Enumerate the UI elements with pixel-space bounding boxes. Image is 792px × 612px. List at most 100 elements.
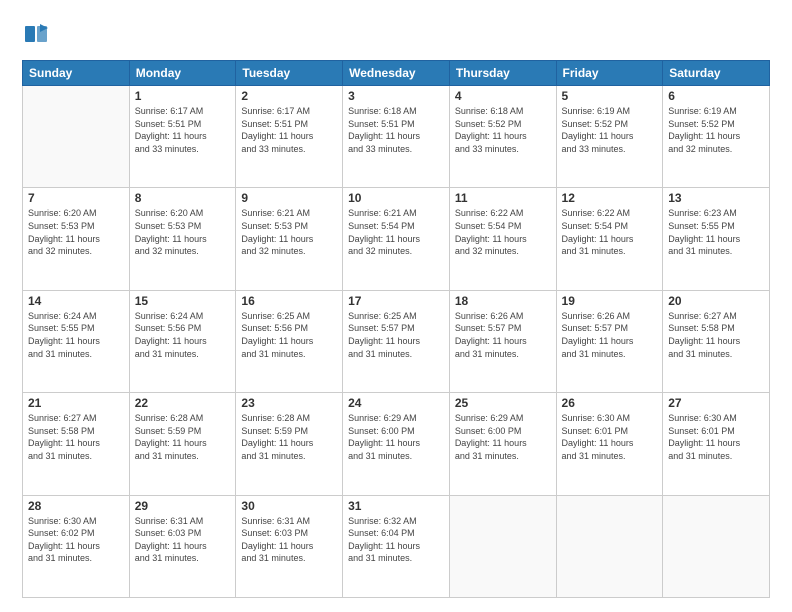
day-info: Sunrise: 6:32 AM Sunset: 6:04 PM Dayligh… [348,515,444,565]
calendar-cell: 4 Sunrise: 6:18 AM Sunset: 5:52 PM Daylig… [449,86,556,188]
day-number: 2 [241,89,337,103]
calendar-cell: 1 Sunrise: 6:17 AM Sunset: 5:51 PM Daylig… [129,86,236,188]
day-info: Sunrise: 6:23 AM Sunset: 5:55 PM Dayligh… [668,207,764,257]
day-number: 29 [135,499,231,513]
day-number: 3 [348,89,444,103]
calendar-cell: 15Sunrise: 6:24 AM Sunset: 5:56 PM Dayli… [129,290,236,392]
column-header-saturday: Saturday [663,61,770,86]
logo-icon [22,22,50,50]
day-number: 23 [241,396,337,410]
day-number: 25 [455,396,551,410]
calendar-week-row: 28Sunrise: 6:30 AM Sunset: 6:02 PM Dayli… [23,495,770,597]
day-info: Sunrise: 6:19 AM Sunset: 5:52 PM Dayligh… [668,105,764,155]
day-info: Sunrise: 6:18 AM Sunset: 5:51 PM Dayligh… [348,105,444,155]
day-number: 26 [562,396,658,410]
header [22,18,770,50]
calendar-cell: 26Sunrise: 6:30 AM Sunset: 6:01 PM Dayli… [556,393,663,495]
day-info: Sunrise: 6:31 AM Sunset: 6:03 PM Dayligh… [135,515,231,565]
day-number: 16 [241,294,337,308]
calendar-cell: 12 Sunrise: 6:22 AM Sunset: 5:54 PM Dayli… [556,188,663,290]
day-info: Sunrise: 6:18 AM Sunset: 5:52 PM Dayligh… [455,105,551,155]
day-number: 20 [668,294,764,308]
day-info: Sunrise: 6:28 AM Sunset: 5:59 PM Dayligh… [135,412,231,462]
column-header-monday: Monday [129,61,236,86]
day-number: 9 [241,191,337,205]
day-info: Sunrise: 6:20 AM Sunset: 5:53 PM Dayligh… [135,207,231,257]
day-number: 14 [28,294,124,308]
calendar-week-row: 14 Sunrise: 6:24 AM Sunset: 5:55 PM Dayli… [23,290,770,392]
day-number: 1 [135,89,231,103]
day-number: 6 [668,89,764,103]
day-info: Sunrise: 6:22 AM Sunset: 5:54 PM Dayligh… [455,207,551,257]
column-header-friday: Friday [556,61,663,86]
day-number: 30 [241,499,337,513]
day-info: Sunrise: 6:26 AM Sunset: 5:57 PM Dayligh… [455,310,551,360]
day-info: Sunrise: 6:30 AM Sunset: 6:02 PM Dayligh… [28,515,124,565]
calendar-cell: 30 Sunrise: 6:31 AM Sunset: 6:03 PM Dayli… [236,495,343,597]
calendar-cell: 29 Sunrise: 6:31 AM Sunset: 6:03 PM Dayli… [129,495,236,597]
calendar-cell: 14 Sunrise: 6:24 AM Sunset: 5:55 PM Dayli… [23,290,130,392]
day-info: Sunrise: 6:21 AM Sunset: 5:53 PM Dayligh… [241,207,337,257]
day-number: 11 [455,191,551,205]
calendar-cell [449,495,556,597]
calendar-header-row: SundayMondayTuesdayWednesdayThursdayFrid… [23,61,770,86]
calendar-cell: 11 Sunrise: 6:22 AM Sunset: 5:54 PM Dayli… [449,188,556,290]
day-number: 27 [668,396,764,410]
day-info: Sunrise: 6:19 AM Sunset: 5:52 PM Dayligh… [562,105,658,155]
calendar-cell: 20Sunrise: 6:27 AM Sunset: 5:58 PM Dayli… [663,290,770,392]
day-number: 18 [455,294,551,308]
calendar-cell: 9 Sunrise: 6:21 AM Sunset: 5:53 PM Daylig… [236,188,343,290]
day-number: 17 [348,294,444,308]
calendar-cell: 17 Sunrise: 6:25 AM Sunset: 5:57 PM Dayli… [343,290,450,392]
day-number: 10 [348,191,444,205]
day-info: Sunrise: 6:31 AM Sunset: 6:03 PM Dayligh… [241,515,337,565]
day-number: 15 [135,294,231,308]
page: SundayMondayTuesdayWednesdayThursdayFrid… [0,0,792,612]
day-number: 21 [28,396,124,410]
calendar-cell: 2Sunrise: 6:17 AM Sunset: 5:51 PM Daylig… [236,86,343,188]
day-number: 5 [562,89,658,103]
day-info: Sunrise: 6:20 AM Sunset: 5:53 PM Dayligh… [28,207,124,257]
day-info: Sunrise: 6:21 AM Sunset: 5:54 PM Dayligh… [348,207,444,257]
calendar-table: SundayMondayTuesdayWednesdayThursdayFrid… [22,60,770,598]
calendar-cell: 8 Sunrise: 6:20 AM Sunset: 5:53 PM Daylig… [129,188,236,290]
day-info: Sunrise: 6:17 AM Sunset: 5:51 PM Dayligh… [135,105,231,155]
calendar-cell: 6 Sunrise: 6:19 AM Sunset: 5:52 PM Daylig… [663,86,770,188]
day-info: Sunrise: 6:29 AM Sunset: 6:00 PM Dayligh… [348,412,444,462]
calendar-cell: 27 Sunrise: 6:30 AM Sunset: 6:01 PM Dayli… [663,393,770,495]
day-info: Sunrise: 6:25 AM Sunset: 5:56 PM Dayligh… [241,310,337,360]
calendar-cell: 18 Sunrise: 6:26 AM Sunset: 5:57 PM Dayli… [449,290,556,392]
day-info: Sunrise: 6:27 AM Sunset: 5:58 PM Dayligh… [28,412,124,462]
day-info: Sunrise: 6:26 AM Sunset: 5:57 PM Dayligh… [562,310,658,360]
calendar-cell: 22 Sunrise: 6:28 AM Sunset: 5:59 PM Dayli… [129,393,236,495]
calendar-cell: 16 Sunrise: 6:25 AM Sunset: 5:56 PM Dayli… [236,290,343,392]
calendar-cell [663,495,770,597]
calendar-week-row: 1 Sunrise: 6:17 AM Sunset: 5:51 PM Daylig… [23,86,770,188]
day-info: Sunrise: 6:29 AM Sunset: 6:00 PM Dayligh… [455,412,551,462]
calendar-cell [556,495,663,597]
day-number: 19 [562,294,658,308]
day-info: Sunrise: 6:25 AM Sunset: 5:57 PM Dayligh… [348,310,444,360]
calendar-cell: 7 Sunrise: 6:20 AM Sunset: 5:53 PM Daylig… [23,188,130,290]
day-number: 12 [562,191,658,205]
day-info: Sunrise: 6:22 AM Sunset: 5:54 PM Dayligh… [562,207,658,257]
day-info: Sunrise: 6:28 AM Sunset: 5:59 PM Dayligh… [241,412,337,462]
calendar-cell [23,86,130,188]
day-info: Sunrise: 6:30 AM Sunset: 6:01 PM Dayligh… [668,412,764,462]
calendar-cell: 25 Sunrise: 6:29 AM Sunset: 6:00 PM Dayli… [449,393,556,495]
calendar-cell: 19 Sunrise: 6:26 AM Sunset: 5:57 PM Dayli… [556,290,663,392]
day-number: 22 [135,396,231,410]
calendar-cell: 3 Sunrise: 6:18 AM Sunset: 5:51 PM Daylig… [343,86,450,188]
day-number: 4 [455,89,551,103]
column-header-tuesday: Tuesday [236,61,343,86]
day-info: Sunrise: 6:24 AM Sunset: 5:55 PM Dayligh… [28,310,124,360]
calendar-cell: 21 Sunrise: 6:27 AM Sunset: 5:58 PM Dayli… [23,393,130,495]
day-number: 7 [28,191,124,205]
calendar-week-row: 21 Sunrise: 6:27 AM Sunset: 5:58 PM Dayli… [23,393,770,495]
column-header-sunday: Sunday [23,61,130,86]
calendar-cell: 28Sunrise: 6:30 AM Sunset: 6:02 PM Dayli… [23,495,130,597]
day-number: 24 [348,396,444,410]
column-header-wednesday: Wednesday [343,61,450,86]
day-number: 8 [135,191,231,205]
calendar-week-row: 7 Sunrise: 6:20 AM Sunset: 5:53 PM Daylig… [23,188,770,290]
